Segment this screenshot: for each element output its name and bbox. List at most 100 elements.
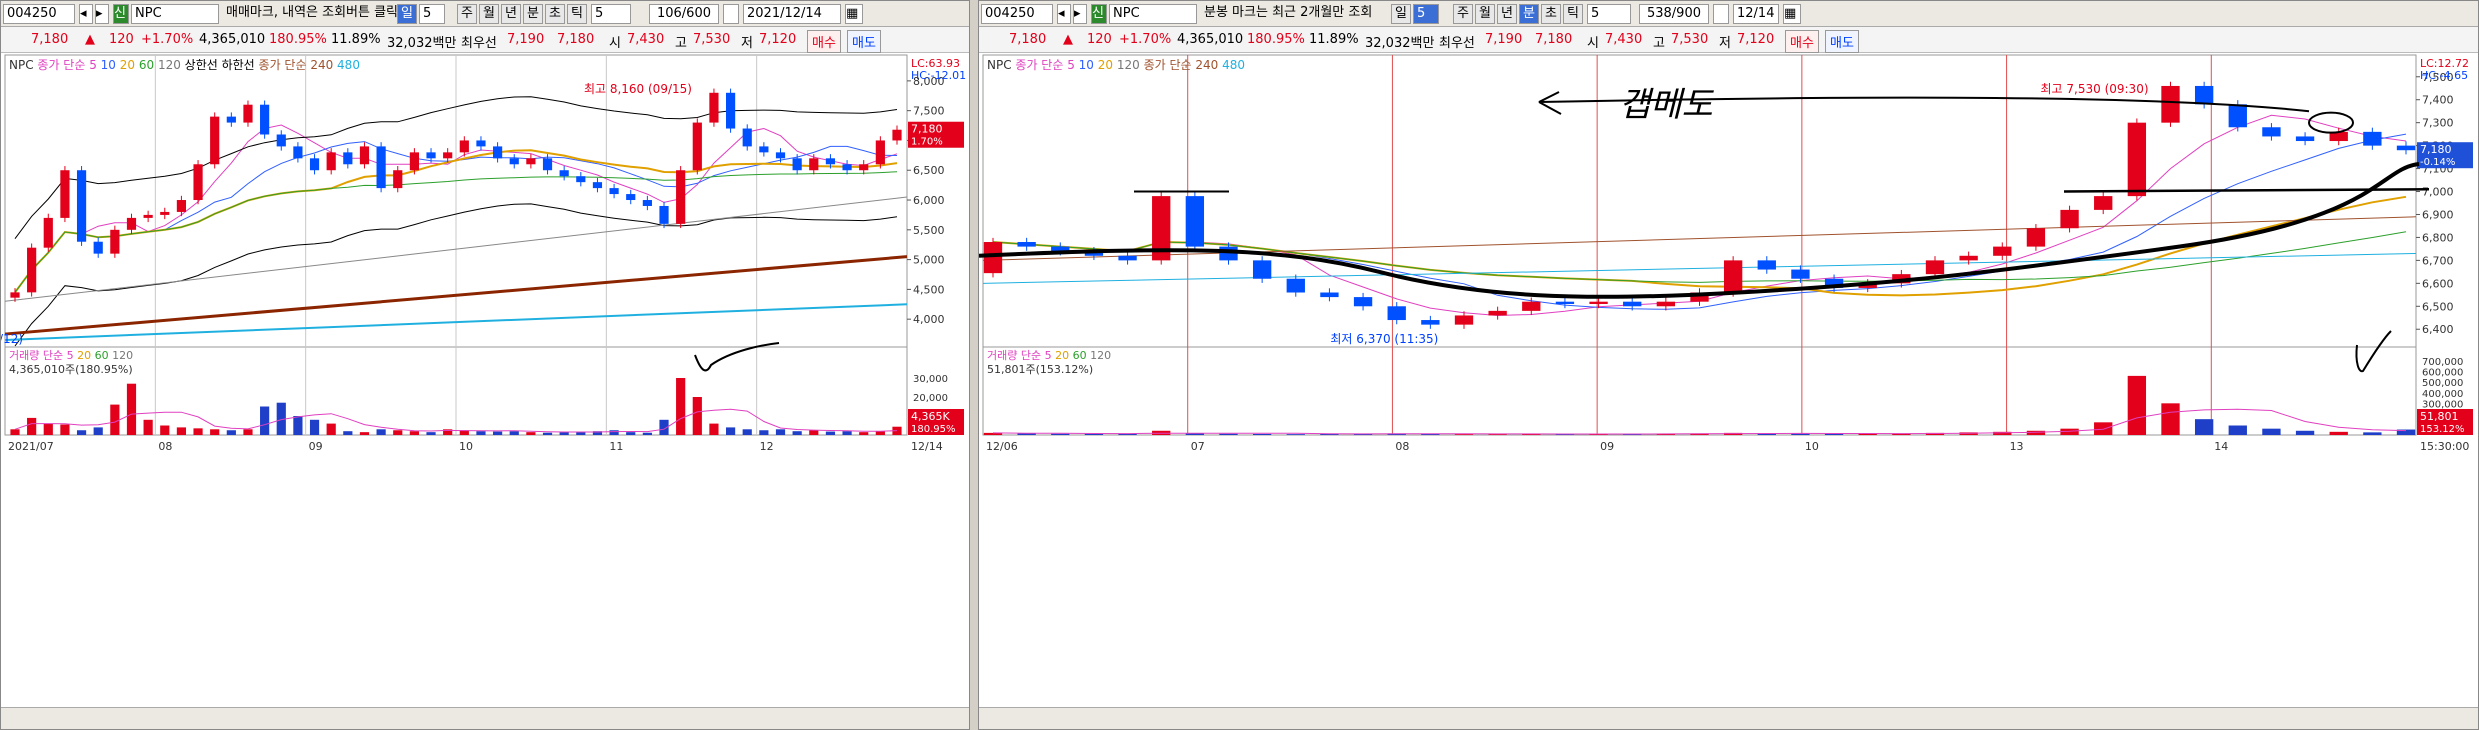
- candle: [559, 170, 569, 177]
- checkbox[interactable]: [1713, 4, 1729, 24]
- candle: [409, 152, 419, 171]
- period-week[interactable]: 주: [1453, 4, 1473, 24]
- sell-button[interactable]: 매도: [1825, 30, 1859, 53]
- next-arrow-icon[interactable]: ▸: [1073, 4, 1087, 24]
- candle: [1488, 310, 1507, 316]
- x-tick-label: 12/06: [986, 440, 1018, 453]
- period-value[interactable]: 5: [1413, 4, 1439, 24]
- date-input[interactable]: 2021/12/14: [743, 4, 841, 24]
- price-tag-pct: 1.70%: [911, 137, 943, 148]
- y-tick-label: 7,400: [2422, 94, 2454, 107]
- price-tag: 7,180: [911, 123, 943, 136]
- up-arrow-icon: ▲: [1063, 32, 1073, 47]
- period-tick[interactable]: 틱: [1563, 4, 1583, 24]
- volume-bar: [2329, 431, 2348, 435]
- checkbox[interactable]: [723, 4, 739, 24]
- period-minute[interactable]: 분: [523, 4, 543, 24]
- price-legend: NPC 종가 단순 5 10 20 120 종가 단순 240 480: [987, 58, 1245, 72]
- new-icon[interactable]: 신: [1091, 4, 1107, 24]
- period-tick[interactable]: 틱: [567, 4, 587, 24]
- candle: [260, 104, 270, 135]
- scroll-bar[interactable]: [979, 707, 2478, 729]
- handwritten-note: 갭메도: [1619, 85, 1715, 125]
- candle: [576, 176, 586, 183]
- price-legend: NPC 종가 단순 5 10 20 60 120 상한선 하한선 종가 단순 2…: [9, 58, 360, 72]
- stock-name[interactable]: NPC: [1109, 4, 1197, 24]
- scroll-bar[interactable]: [1, 707, 969, 729]
- volume-tick-label: 700,000: [2422, 357, 2463, 368]
- period-second[interactable]: 초: [545, 4, 565, 24]
- volume-bar: [309, 419, 320, 435]
- daily-price-chart[interactable]: 4,0004,5005,0005,5006,0006,5007,0007,500…: [1, 53, 969, 709]
- period-week[interactable]: 주: [457, 4, 477, 24]
- candle: [709, 92, 719, 123]
- period-day[interactable]: 일: [1391, 4, 1411, 24]
- volume-bar: [809, 430, 819, 435]
- calendar-icon[interactable]: ▦: [1783, 4, 1801, 24]
- buy-button[interactable]: 매수: [807, 30, 841, 53]
- period-year[interactable]: 년: [501, 4, 521, 24]
- candle: [526, 158, 536, 165]
- sell-button[interactable]: 매도: [847, 30, 881, 53]
- period-day[interactable]: 일: [397, 4, 417, 24]
- up-arrow-icon: ▲: [85, 32, 95, 47]
- open-label: 시: [1587, 36, 1599, 51]
- candle: [27, 247, 37, 293]
- period-year[interactable]: 년: [1497, 4, 1517, 24]
- stock-name[interactable]: NPC: [131, 4, 219, 24]
- volume-tick-label: 600,000: [2422, 368, 2463, 379]
- high-label: 고: [1653, 36, 1665, 51]
- x-tick-label: 10: [1805, 440, 1819, 453]
- candle: [193, 164, 203, 201]
- candle: [2127, 122, 2147, 197]
- candle: [110, 229, 120, 254]
- count-select[interactable]: 5: [1587, 4, 1631, 24]
- candle: [210, 116, 220, 165]
- candle: [642, 200, 652, 206]
- period-second[interactable]: 초: [1541, 4, 1561, 24]
- prev-arrow-icon[interactable]: ◂: [79, 4, 93, 24]
- y-tick-label: 6,900: [2422, 208, 2454, 221]
- x-tick-label: 08: [1395, 440, 1409, 453]
- mark-notice: 매매마크, 내역은 조회버튼 클릭: [226, 5, 399, 20]
- new-icon[interactable]: 신: [113, 4, 129, 24]
- volume-legend: 거래량 단순 5 20 60 120: [9, 349, 133, 362]
- stock-code-input[interactable]: 004250: [981, 4, 1053, 24]
- candle: [742, 128, 752, 147]
- next-arrow-icon[interactable]: ▸: [95, 4, 109, 24]
- candle: [393, 170, 403, 189]
- volume-value: 4,365,010주(180.95%): [9, 363, 133, 376]
- volume-legend: 거래량 단순 5 20 60 120: [987, 349, 1111, 362]
- candle: [759, 146, 769, 153]
- volume-bar: [359, 432, 370, 435]
- low-label: 저: [1719, 36, 1731, 51]
- buy-button[interactable]: 매수: [1785, 30, 1819, 53]
- minute-price-chart[interactable]: 6,4006,5006,6006,7006,8006,9007,0007,100…: [979, 53, 2478, 709]
- candle: [443, 152, 453, 159]
- prev-arrow-icon[interactable]: ◂: [1057, 4, 1071, 24]
- period-month[interactable]: 월: [1475, 4, 1495, 24]
- candle: [1555, 301, 1575, 304]
- stock-code-input[interactable]: 004250: [3, 4, 75, 24]
- x-tick-label: 10: [459, 440, 473, 453]
- candle: [2026, 228, 2046, 247]
- count-select[interactable]: 5: [591, 4, 631, 24]
- ratio: 11.89%: [1309, 32, 1359, 47]
- period-month[interactable]: 월: [479, 4, 499, 24]
- candle: [2363, 131, 2382, 146]
- change-pct: +1.70%: [141, 32, 194, 47]
- volume: 4,365,010: [1177, 32, 1244, 47]
- volume-bar: [1791, 433, 1810, 435]
- quote-bar: 7,180 ▲ 120 +1.70% 4,365,010 180.95% 11.…: [979, 27, 2478, 53]
- volume-tag: 51,801: [2420, 410, 2459, 423]
- period-minute[interactable]: 분: [1519, 4, 1539, 24]
- volume-tag: 4,365K: [911, 410, 950, 423]
- candle: [1623, 301, 1642, 307]
- calendar-icon[interactable]: ▦: [845, 4, 863, 24]
- volume-bar: [293, 416, 303, 435]
- period-value[interactable]: 5: [419, 4, 445, 24]
- candle: [1320, 292, 1339, 298]
- quote-bar: 7,180 ▲ 120 +1.70% 4,365,010 180.95% 11.…: [1, 27, 969, 53]
- date-input[interactable]: 12/14: [1733, 4, 1779, 24]
- candle: [2194, 85, 2214, 105]
